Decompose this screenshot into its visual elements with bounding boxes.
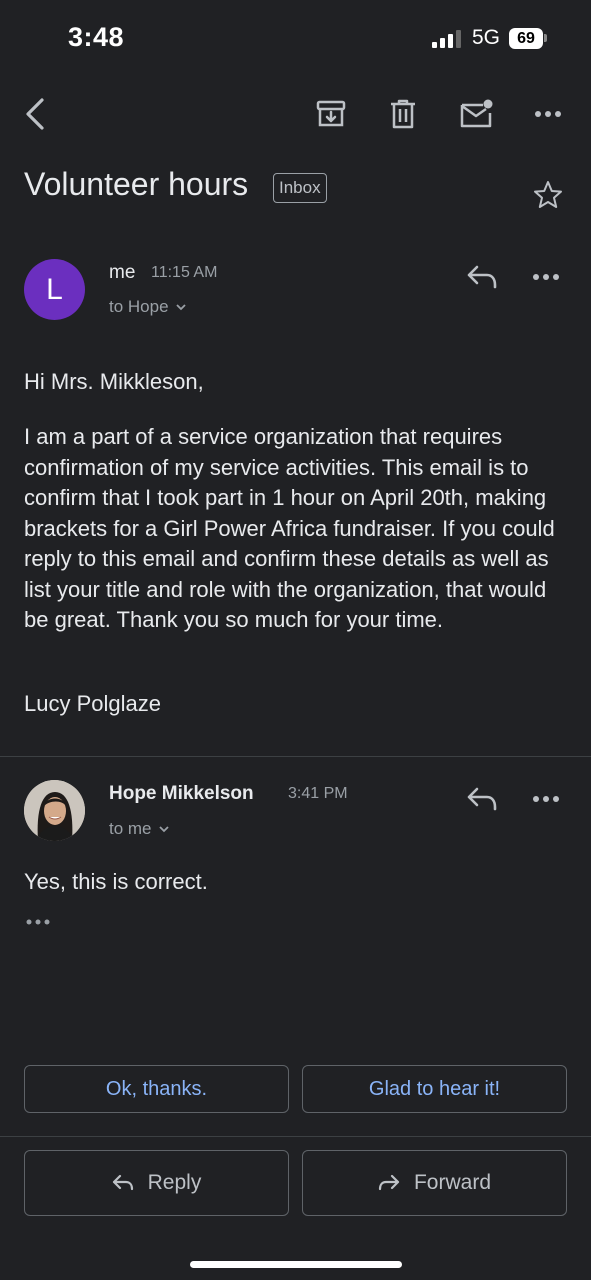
mark-unread-icon[interactable] xyxy=(458,97,496,131)
recipient-toggle[interactable]: to me xyxy=(109,819,170,839)
smart-reply-button[interactable]: Ok, thanks. xyxy=(24,1065,289,1113)
show-quoted-text-icon[interactable] xyxy=(24,910,54,930)
signal-icon xyxy=(432,30,461,48)
message-body: I am a part of a service organization th… xyxy=(24,424,555,632)
star-icon[interactable] xyxy=(531,178,565,212)
chevron-down-icon xyxy=(158,826,169,833)
message-more-icon[interactable] xyxy=(532,265,566,289)
battery-nub xyxy=(544,34,547,42)
message-more-icon[interactable] xyxy=(532,787,566,811)
reply-icon[interactable] xyxy=(465,263,499,291)
recipient-label: to Hope xyxy=(109,297,169,316)
chevron-down-icon xyxy=(175,304,186,311)
recipient-label: to me xyxy=(109,819,152,838)
message-time: 11:15 AM xyxy=(151,264,218,281)
email-subject: Volunteer hours xyxy=(24,166,249,202)
message-greeting: Hi Mrs. Mikkleson, xyxy=(24,369,204,394)
message-body: Yes, this is correct. xyxy=(24,869,208,894)
archive-icon[interactable] xyxy=(314,97,348,131)
forward-arrow-icon xyxy=(378,1174,400,1191)
smart-reply-button[interactable]: Glad to hear it! xyxy=(302,1065,567,1113)
trash-icon[interactable] xyxy=(386,97,420,131)
home-indicator[interactable] xyxy=(190,1261,402,1268)
forward-label: Forward xyxy=(413,1171,492,1194)
message-time: 3:41 PM xyxy=(288,785,348,802)
sender-name: me xyxy=(109,262,136,283)
message-signature: Lucy Polglaze xyxy=(24,691,161,716)
more-icon[interactable] xyxy=(530,100,566,128)
reply-arrow-icon xyxy=(112,1174,133,1191)
action-divider xyxy=(0,1136,591,1137)
forward-button[interactable]: Forward xyxy=(302,1150,567,1216)
reply-icon[interactable] xyxy=(465,785,499,813)
reply-label: Reply xyxy=(147,1171,202,1194)
avatar[interactable] xyxy=(24,780,85,841)
message-divider xyxy=(0,756,591,757)
sender-name: Hope Mikkelson xyxy=(109,783,254,804)
network-label: 5G xyxy=(472,26,501,49)
back-icon[interactable] xyxy=(18,95,52,133)
inbox-label-chip[interactable]: Inbox xyxy=(273,173,327,203)
reply-button[interactable]: Reply xyxy=(24,1150,289,1216)
battery-indicator: 69 xyxy=(509,28,543,49)
avatar[interactable]: L xyxy=(24,259,85,320)
status-time: 3:48 xyxy=(68,22,125,52)
recipient-toggle[interactable]: to Hope xyxy=(109,297,187,317)
